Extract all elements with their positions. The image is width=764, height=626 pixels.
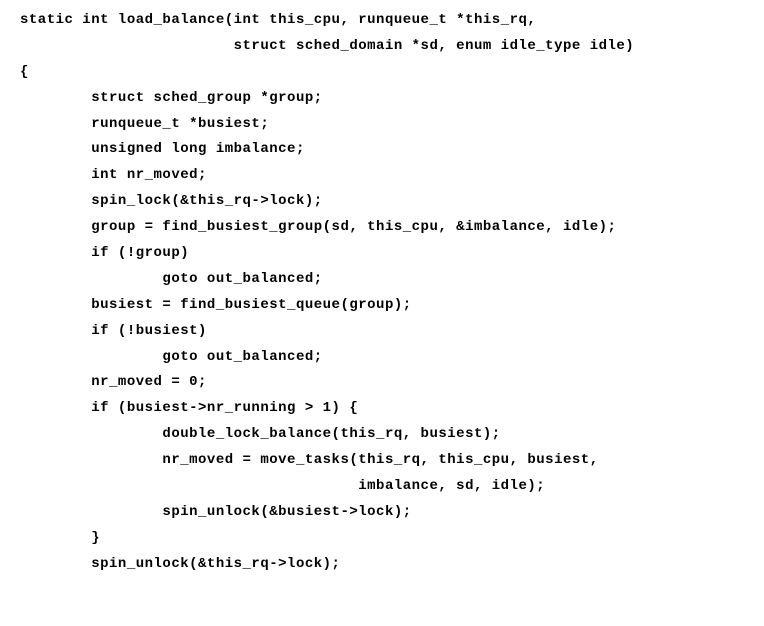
- code-line: int nr_moved;: [20, 163, 744, 189]
- code-line: goto out_balanced;: [20, 345, 744, 371]
- code-line: group = find_busiest_group(sd, this_cpu,…: [20, 215, 744, 241]
- code-line: static int load_balance(int this_cpu, ru…: [20, 8, 744, 34]
- code-line: goto out_balanced;: [20, 267, 744, 293]
- code-line: nr_moved = 0;: [20, 370, 744, 396]
- code-line: if (busiest->nr_running > 1) {: [20, 396, 744, 422]
- code-line: imbalance, sd, idle);: [20, 474, 744, 500]
- code-line: nr_moved = move_tasks(this_rq, this_cpu,…: [20, 448, 744, 474]
- code-line: {: [20, 60, 744, 86]
- code-line: }: [20, 526, 744, 552]
- code-block: static int load_balance(int this_cpu, ru…: [20, 8, 744, 578]
- code-line: double_lock_balance(this_rq, busiest);: [20, 422, 744, 448]
- code-line: runqueue_t *busiest;: [20, 112, 744, 138]
- code-line: spin_unlock(&this_rq->lock);: [20, 552, 744, 578]
- code-line: unsigned long imbalance;: [20, 137, 744, 163]
- code-line: struct sched_domain *sd, enum idle_type …: [20, 34, 744, 60]
- code-line: busiest = find_busiest_queue(group);: [20, 293, 744, 319]
- code-line: if (!busiest): [20, 319, 744, 345]
- code-line: struct sched_group *group;: [20, 86, 744, 112]
- code-line: if (!group): [20, 241, 744, 267]
- code-line: spin_lock(&this_rq->lock);: [20, 189, 744, 215]
- code-line: spin_unlock(&busiest->lock);: [20, 500, 744, 526]
